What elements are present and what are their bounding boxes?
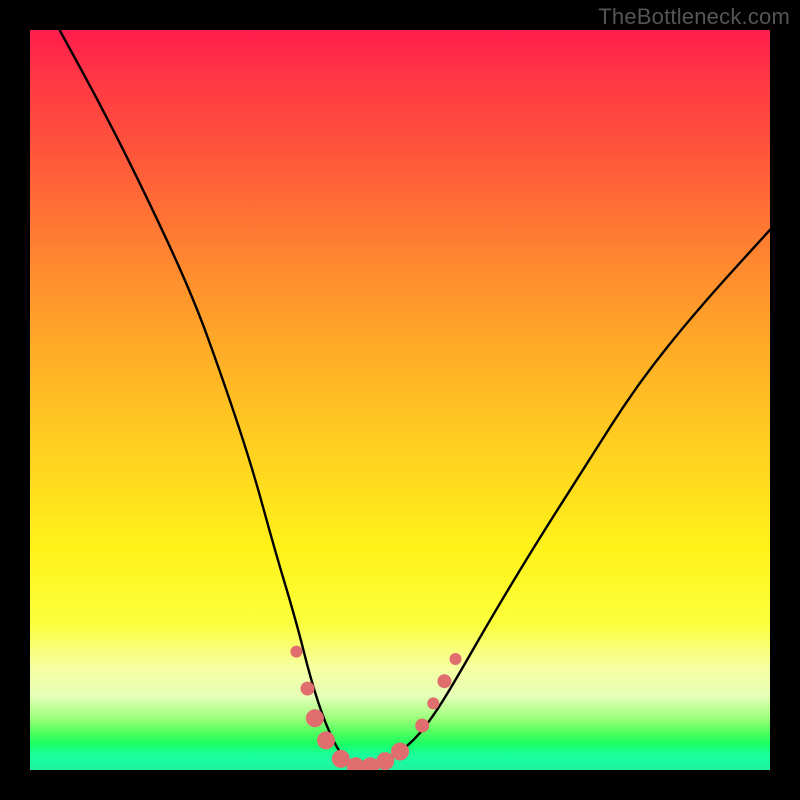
marker-layer bbox=[290, 646, 461, 770]
data-marker bbox=[391, 743, 409, 761]
data-marker bbox=[415, 719, 429, 733]
plot-area bbox=[30, 30, 770, 770]
watermark-text: TheBottleneck.com bbox=[598, 4, 790, 30]
data-marker bbox=[290, 646, 302, 658]
data-marker bbox=[427, 697, 439, 709]
data-marker bbox=[301, 682, 315, 696]
data-marker bbox=[450, 653, 462, 665]
bottleneck-curve bbox=[60, 30, 770, 770]
data-marker bbox=[317, 731, 335, 749]
data-marker bbox=[306, 709, 324, 727]
data-marker bbox=[437, 674, 451, 688]
chart-frame: TheBottleneck.com bbox=[0, 0, 800, 800]
curve-layer bbox=[30, 30, 770, 770]
data-marker bbox=[376, 752, 394, 770]
